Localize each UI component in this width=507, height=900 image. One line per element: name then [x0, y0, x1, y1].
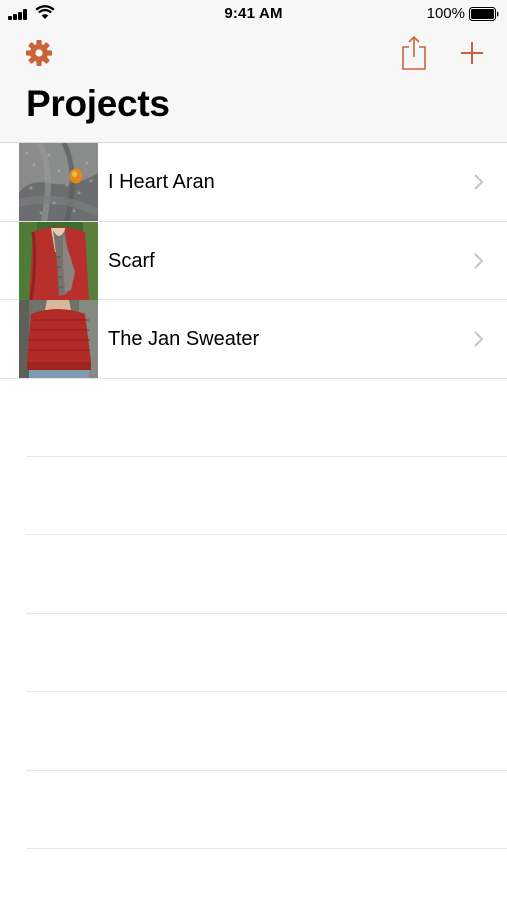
project-name: I Heart Aran	[108, 171, 215, 193]
share-button[interactable]	[397, 33, 431, 73]
empty-row-separator	[26, 614, 507, 692]
empty-list-area	[0, 378, 507, 849]
page-title: Projects	[26, 83, 170, 124]
navigation-bar: 9:41 AM 100% Projects	[0, 0, 507, 143]
project-name: Scarf	[108, 249, 155, 272]
share-icon	[402, 35, 426, 70]
empty-row-separator	[26, 535, 507, 614]
empty-row-separator	[26, 771, 507, 849]
empty-row-separator	[26, 692, 507, 771]
chevron-right-icon	[474, 331, 484, 347]
battery-percentage: 100%	[426, 5, 465, 22]
project-thumbnail	[19, 221, 98, 300]
chevron-right-icon	[474, 252, 484, 269]
gear-icon	[26, 40, 52, 66]
empty-row-separator	[26, 457, 507, 535]
add-project-button[interactable]	[455, 36, 489, 70]
battery-icon	[469, 7, 499, 21]
project-row-the-jan-sweater[interactable]: The Jan Sweater	[0, 300, 507, 379]
project-row-i-heart-aran[interactable]: I Heart Aran	[0, 143, 507, 222]
status-bar: 9:41 AM 100%	[0, 0, 507, 28]
plus-icon	[461, 42, 483, 64]
project-thumbnail	[19, 300, 98, 378]
settings-button[interactable]	[22, 36, 56, 70]
chevron-right-icon	[474, 174, 484, 190]
projects-list: I Heart Aran Scarf The Jan Sweater	[0, 143, 507, 379]
project-thumbnail	[19, 143, 98, 221]
empty-row-separator	[26, 378, 507, 457]
project-name: The Jan Sweater	[108, 328, 260, 350]
project-row-scarf[interactable]: Scarf	[0, 221, 507, 300]
